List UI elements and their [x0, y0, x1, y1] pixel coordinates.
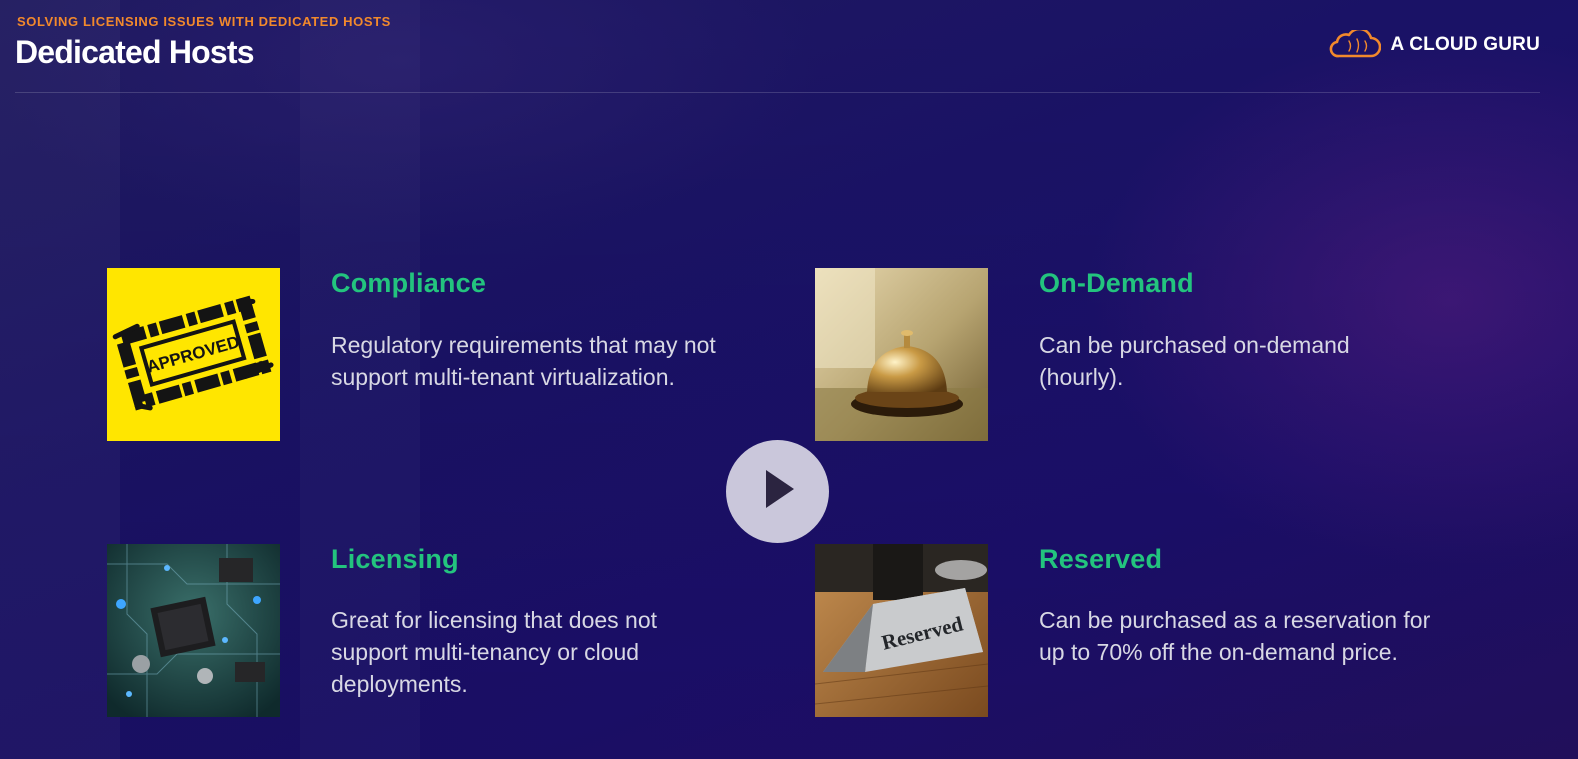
feature-title-reserved: Reserved — [1039, 544, 1163, 574]
feature-title-compliance: Compliance — [331, 268, 487, 298]
approved-stamp-image: APPROVED — [107, 268, 280, 441]
feature-desc-compliance: Regulatory requirements that may not sup… — [331, 332, 716, 390]
feature-title-licensing: Licensing — [331, 544, 459, 574]
play-icon — [758, 466, 798, 517]
slide-kicker: SOLVING LICENSING ISSUES WITH DEDICATED … — [17, 14, 391, 29]
feature-desc-on-demand: Can be purchased on-demand (hourly). — [1039, 332, 1350, 390]
brand-name: A CLOUD GURU — [1390, 34, 1540, 55]
video-slide: SOLVING LICENSING ISSUES WITH DEDICATED … — [0, 0, 1578, 759]
slide-title: Dedicated Hosts — [15, 34, 255, 70]
play-button[interactable] — [726, 440, 829, 543]
service-bell-image — [815, 268, 988, 441]
reserved-sign-image: Reserved — [815, 544, 988, 717]
feature-desc-reserved: Can be purchased as a reservation for up… — [1039, 607, 1431, 665]
feature-desc-licensing: Great for licensing that does not suppor… — [331, 607, 658, 697]
cloud-logo-icon — [1327, 30, 1381, 60]
brand-logo: A CLOUD GURU — [1327, 30, 1540, 60]
feature-title-on-demand: On-Demand — [1039, 268, 1194, 298]
circuit-board-image — [107, 544, 280, 717]
header-divider — [15, 92, 1540, 93]
